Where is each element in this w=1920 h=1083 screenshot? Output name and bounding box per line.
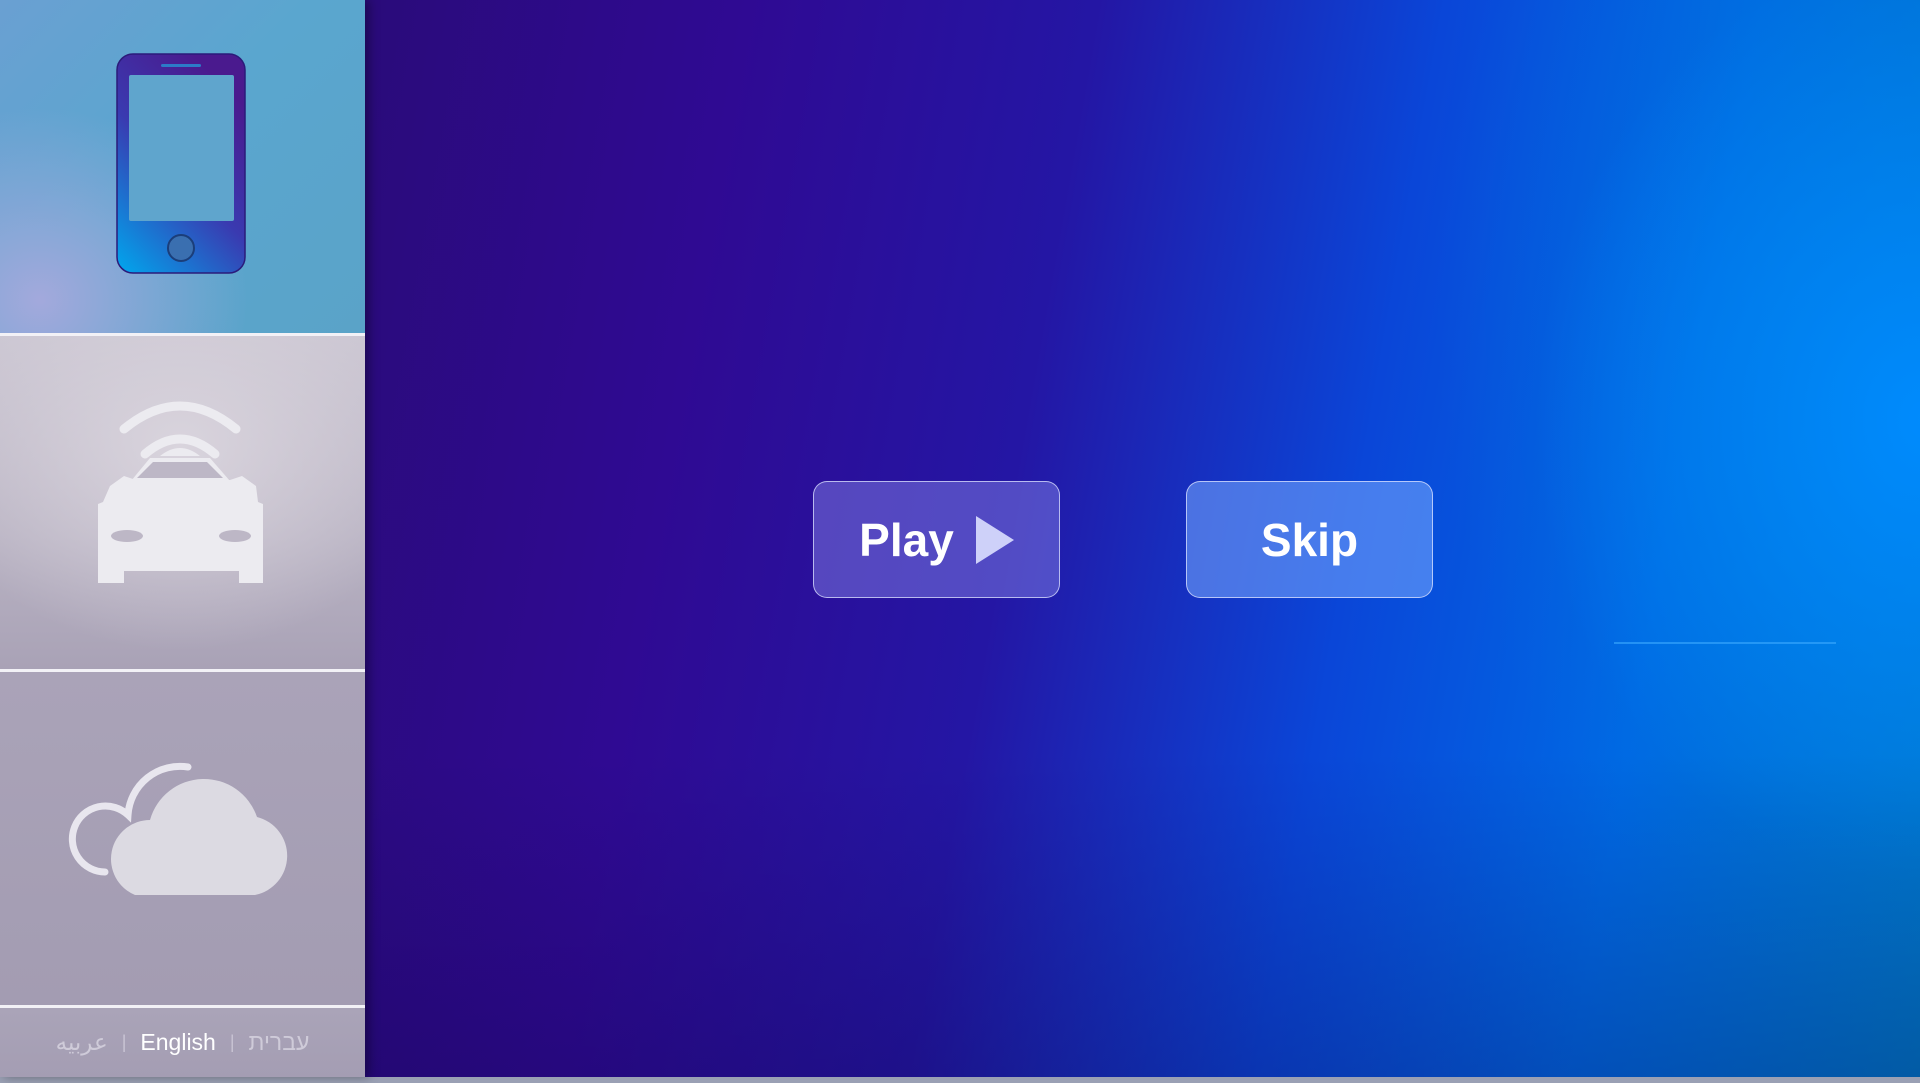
- play-button[interactable]: Play: [813, 481, 1060, 598]
- sidebar-item-cloud[interactable]: [0, 672, 365, 1005]
- play-button-label: Play: [859, 513, 954, 566]
- skip-button-label: Skip: [1260, 513, 1359, 566]
- sidebar-item-car[interactable]: [0, 336, 365, 669]
- language-hebrew[interactable]: עברית: [249, 1029, 310, 1056]
- sidebar-item-phone[interactable]: [0, 0, 365, 333]
- cloud-icon: [68, 762, 288, 895]
- skip-button[interactable]: Skip: [1186, 481, 1433, 598]
- bottom-strip: [0, 1077, 1920, 1083]
- language-separator: |: [229, 1032, 235, 1052]
- language-selector: عربيه | English | עברית: [0, 1008, 365, 1077]
- play-icon: [975, 515, 1014, 564]
- language-arabic[interactable]: عربيه: [56, 1029, 108, 1056]
- language-english[interactable]: English: [140, 1029, 215, 1056]
- decorative-line: [1614, 642, 1836, 644]
- connected-car-icon: [98, 401, 263, 583]
- language-separator: |: [121, 1032, 127, 1052]
- smartphone-icon: [116, 53, 246, 274]
- video-background: [365, 0, 1920, 1077]
- sidebar: عربيه | English | עברית: [0, 0, 365, 1077]
